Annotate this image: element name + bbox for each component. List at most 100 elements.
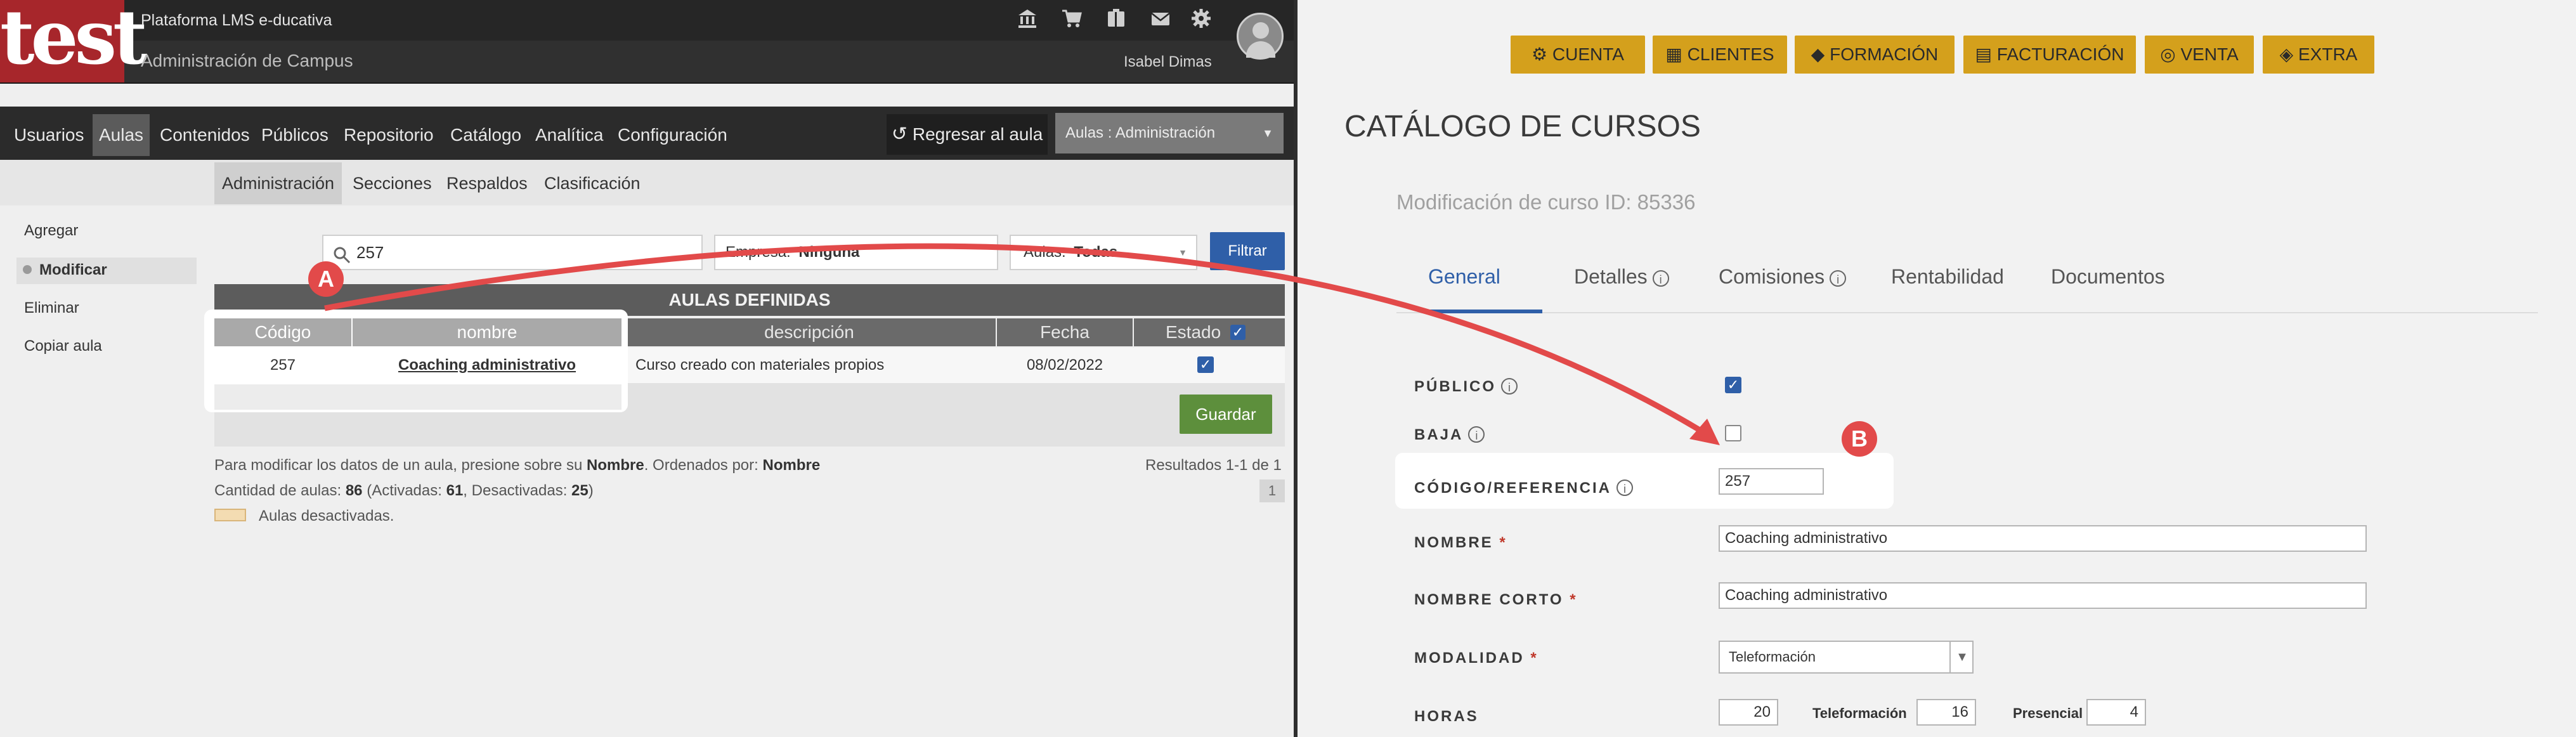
required-mark: * — [1499, 534, 1507, 551]
sidebar-item-copiar-aula[interactable]: Copiar aula — [24, 337, 102, 355]
tag-icon: ◎ — [2160, 44, 2176, 64]
user-name[interactable]: Isabel Dimas — [1124, 53, 1212, 71]
teleformacion-hours-label: Teleformación — [1812, 705, 1907, 721]
aula-select[interactable]: Aulas : Administración ▼ — [1055, 113, 1284, 153]
book-icon[interactable] — [1103, 8, 1129, 33]
building-icon: ▦ — [1665, 44, 1682, 64]
nav-item-repositorio[interactable]: Repositorio — [337, 114, 440, 156]
tab-detalles-label: Detalles — [1574, 265, 1648, 288]
modalidad-label: MODALIDAD * — [1414, 649, 1538, 667]
nav-item-publicos[interactable]: Públicos — [255, 114, 335, 156]
tabs-divider — [1396, 312, 2538, 313]
subnav-item-administracion[interactable]: Administración — [214, 162, 342, 204]
save-button[interactable]: Guardar — [1180, 395, 1272, 434]
graduation-cap-icon: ◆ — [1811, 44, 1825, 64]
nombre-field[interactable]: Coaching administrativo — [1719, 525, 2367, 552]
venta-label: VENTA — [2180, 44, 2239, 64]
campus-admin-pane: test Plataforma LMS e-ducativa Administr… — [0, 0, 1294, 737]
info-icon: i — [1501, 378, 1518, 395]
nav-item-usuarios[interactable]: Usuarios — [8, 114, 90, 156]
chevron-down-icon: ▼ — [1262, 127, 1273, 140]
cell-descripcion: Curso creado con materiales propios — [635, 356, 885, 374]
aulas-filter-select[interactable]: Aulas: Todas ▼ — [1010, 235, 1197, 270]
logo[interactable]: test — [0, 0, 148, 82]
facturacion-button[interactable]: ▤ FACTURACIÓN — [1963, 36, 2136, 74]
count-close: ) — [588, 482, 594, 499]
info-icon: i — [1652, 270, 1669, 287]
horas-field[interactable]: 20 — [1719, 699, 1778, 726]
help-prefix: Para modificar los datos de un aula, pre… — [214, 457, 583, 474]
codigo-field[interactable]: 257 — [1719, 468, 1824, 495]
info-icon: i — [1468, 426, 1485, 443]
tab-documentos[interactable]: Documentos — [2051, 265, 2165, 289]
formacion-button[interactable]: ◆ FORMACIÓN — [1795, 36, 1955, 74]
column-header-estado-label: Estado — [1166, 322, 1221, 342]
column-header-fecha[interactable]: Fecha — [997, 318, 1133, 346]
aulas-filter-label: Aulas: — [1024, 244, 1066, 261]
mail-icon[interactable] — [1148, 8, 1173, 33]
pagination-page[interactable]: 1 — [1259, 479, 1285, 502]
empresa-select[interactable]: Empresa: Ninguna — [714, 235, 998, 270]
nav-item-configuracion[interactable]: Configuración — [611, 114, 734, 156]
count-total: 86 — [345, 482, 363, 499]
nav-item-catalogo[interactable]: Catálogo — [444, 114, 528, 156]
row-status-checkbox[interactable]: ✓ — [1197, 356, 1214, 373]
venta-button[interactable]: ◎ VENTA — [2145, 36, 2254, 74]
formacion-label: FORMACIÓN — [1830, 44, 1939, 64]
presencial-hours-label: Presencial — [2013, 705, 2083, 721]
info-icon: i — [1830, 270, 1847, 287]
page-title: CATÁLOGO DE CURSOS — [1344, 110, 1701, 143]
empresa-label: Empresa: — [725, 244, 791, 261]
return-to-class-button[interactable]: ↺ Regresar al aula — [887, 114, 1048, 155]
select-all-checkbox[interactable]: ✓ — [1230, 325, 1246, 340]
subnav-item-clasificacion[interactable]: Clasificación — [537, 162, 648, 204]
cuenta-label: CUENTA — [1552, 44, 1624, 64]
filter-button[interactable]: Filtrar — [1210, 232, 1285, 270]
active-tab-indicator — [1422, 310, 1542, 313]
help-text: Para modificar los datos de un aula, pre… — [214, 457, 820, 474]
course-name-link[interactable]: Coaching administrativo — [353, 348, 621, 383]
required-mark: * — [1530, 649, 1538, 667]
nav-item-contenidos[interactable]: Contenidos — [153, 114, 256, 156]
chevron-down-icon: ▼ — [1949, 642, 1974, 672]
extra-button[interactable]: ◈ EXTRA — [2263, 36, 2374, 74]
highlighted-header-nombre: nombre — [353, 318, 621, 346]
avatar[interactable] — [1237, 13, 1284, 60]
cuenta-button[interactable]: ⚙ CUENTA — [1511, 36, 1645, 74]
tab-comisiones[interactable]: Comisiones i — [1719, 265, 1847, 289]
nombre-label: NOMBRE * — [1414, 534, 1507, 552]
nombre-corto-field[interactable]: Coaching administrativo — [1719, 582, 2367, 609]
publico-checkbox[interactable]: ✓ — [1725, 377, 1741, 393]
sidebar-item-eliminar[interactable]: Eliminar — [24, 299, 79, 317]
nav-item-analitica[interactable]: Analítica — [529, 114, 609, 156]
clientes-button[interactable]: ▦ CLIENTES — [1653, 36, 1787, 74]
subnav-item-respaldos[interactable]: Respaldos — [439, 162, 535, 204]
column-header-descripcion[interactable]: descripción — [623, 318, 996, 346]
admin-title: Administración de Campus — [141, 51, 353, 70]
tab-detalles[interactable]: Detalles i — [1574, 265, 1669, 289]
count-prefix: Cantidad de aulas: — [214, 482, 342, 499]
gear-icon[interactable] — [1188, 8, 1214, 33]
search-input[interactable]: 257 — [322, 235, 703, 270]
modalidad-select[interactable]: Teleformación — [1719, 641, 1974, 674]
deactivated-legend-text: Aulas desactivadas. — [259, 507, 394, 525]
cell-fecha: 08/02/2022 — [1026, 356, 1103, 374]
cart-icon[interactable] — [1059, 8, 1084, 33]
presencial-hours-field[interactable]: 4 — [2086, 699, 2146, 726]
help-mid: . Ordenados por: — [644, 457, 758, 474]
column-header-estado[interactable]: Estado — [1134, 318, 1285, 346]
sidebar-item-agregar[interactable]: Agregar — [24, 222, 78, 240]
tab-general[interactable]: General — [1428, 265, 1500, 289]
ticket-icon: ◈ — [2279, 44, 2294, 64]
nav-item-aulas[interactable]: Aulas — [93, 114, 150, 156]
required-mark: * — [1570, 591, 1578, 608]
teleformacion-hours-field[interactable]: 16 — [1916, 699, 1976, 726]
bank-icon[interactable] — [1015, 8, 1040, 33]
nombre-corto-label: NOMBRE CORTO * — [1414, 591, 1578, 609]
tab-rentabilidad[interactable]: Rentabilidad — [1891, 265, 2004, 289]
baja-checkbox[interactable] — [1725, 425, 1741, 441]
subnav-item-secciones[interactable]: Secciones — [345, 162, 439, 204]
sidebar-item-modificar[interactable]: Modificar — [39, 261, 107, 279]
nombre-label-text: NOMBRE — [1414, 534, 1493, 551]
codigo-label-text: CÓDIGO/REFERENCIA — [1414, 479, 1612, 497]
